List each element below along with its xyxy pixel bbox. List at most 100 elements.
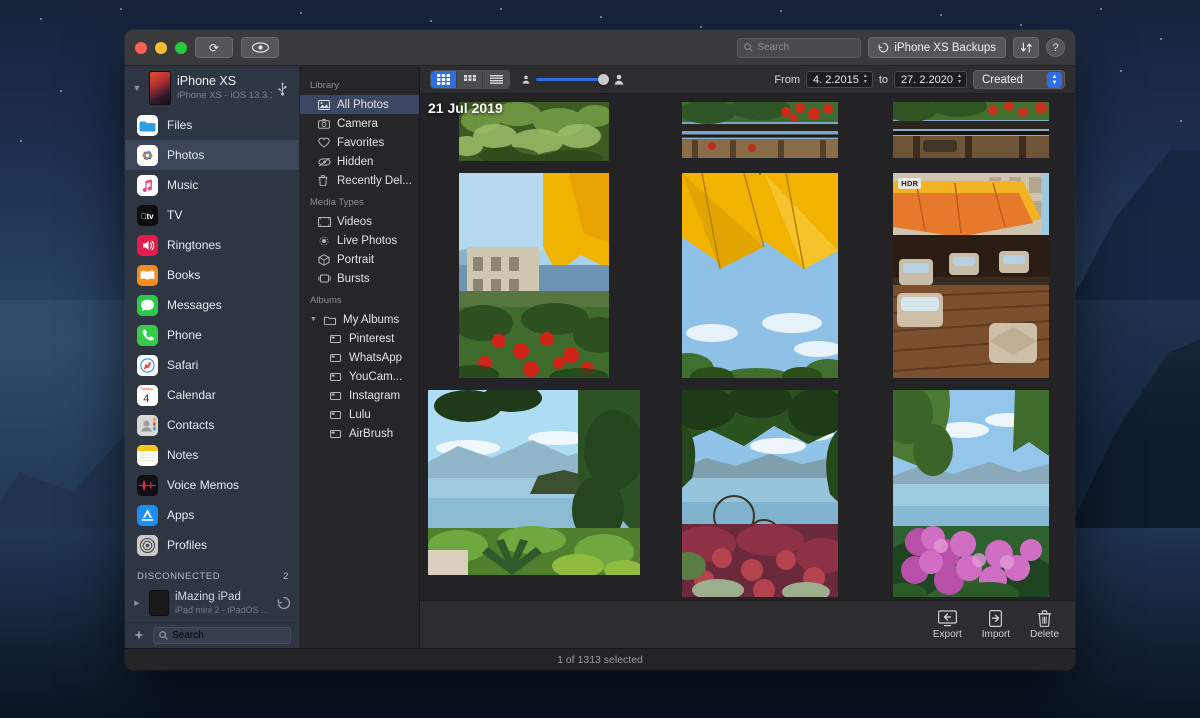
sidebar-item-music[interactable]: Music: [125, 170, 299, 200]
library-item-bursts[interactable]: Bursts: [300, 269, 419, 288]
view-mode-segmented-control[interactable]: [430, 70, 510, 89]
sidebar-item-books[interactable]: Books: [125, 260, 299, 290]
sidebar-item-tv[interactable]: tv TV: [125, 200, 299, 230]
history-icon[interactable]: [277, 596, 291, 610]
portrait-icon: [318, 254, 331, 266]
photo-cell[interactable]: [428, 173, 640, 378]
photo-thumbnail[interactable]: [893, 390, 1049, 597]
transfer-button[interactable]: [1013, 37, 1039, 58]
sort-select[interactable]: Created ▲▼: [973, 70, 1065, 89]
library-item-label: Bursts: [337, 273, 370, 285]
photo-cell[interactable]: [428, 390, 640, 575]
status-bar: 1 of 1313 selected: [125, 648, 1075, 670]
slider-knob[interactable]: [598, 74, 609, 85]
sidebar-item-profiles[interactable]: Profiles: [125, 530, 299, 560]
photo-thumbnail[interactable]: [682, 102, 838, 158]
close-button[interactable]: [135, 42, 147, 54]
photo-cell[interactable]: [668, 390, 852, 597]
sidebar-item-files[interactable]: Files: [125, 110, 299, 140]
photo-grid-area[interactable]: 21 Jul 2019: [420, 94, 1075, 600]
album-icon: [330, 335, 343, 343]
sidebar-item-ringtones[interactable]: Ringtones: [125, 230, 299, 260]
slider-track[interactable]: [536, 78, 608, 81]
add-device-button[interactable]: +: [131, 627, 147, 644]
maximize-button[interactable]: [175, 42, 187, 54]
device-header[interactable]: ▼ iPhone XS iPhone XS - iOS 13.3.1: [125, 66, 299, 110]
photo-cell[interactable]: [668, 173, 852, 378]
delete-button[interactable]: Delete: [1030, 610, 1059, 640]
backups-button[interactable]: iPhone XS Backups: [868, 37, 1006, 58]
library-item-favorites[interactable]: Favorites: [300, 133, 419, 152]
sidebar-item-photos[interactable]: Photos: [125, 140, 299, 170]
thumbnail-size-slider[interactable]: [522, 74, 624, 85]
files-icon: [137, 115, 158, 136]
large-grid-view-button[interactable]: [431, 71, 457, 88]
photo-thumbnail[interactable]: [893, 102, 1049, 158]
list-view-button[interactable]: [483, 71, 509, 88]
to-date-stepper[interactable]: ▲▼: [957, 74, 962, 85]
device-thumbnail: [149, 71, 171, 105]
library-item-recently-deleted[interactable]: Recently Del...: [300, 171, 419, 190]
library-group-my-albums[interactable]: ▼ My Albums: [300, 310, 419, 329]
library-item-portrait[interactable]: Portrait: [300, 250, 419, 269]
sidebar-item-contacts[interactable]: Contacts: [125, 410, 299, 440]
library-item-label: Videos: [337, 216, 372, 228]
phone-icon: [137, 325, 158, 346]
preview-button[interactable]: [241, 37, 279, 58]
library-item-hidden[interactable]: Hidden: [300, 152, 419, 171]
sidebar-item-messages[interactable]: Messages: [125, 290, 299, 320]
sidebar-item-label: Messages: [167, 298, 222, 312]
library-item-camera[interactable]: Camera: [300, 114, 419, 133]
sidebar-item-voice-memos[interactable]: Voice Memos: [125, 470, 299, 500]
photo-cell[interactable]: [880, 390, 1064, 597]
photo-thumbnail[interactable]: HDR: [893, 173, 1049, 378]
photo-thumbnail[interactable]: [428, 390, 640, 575]
library-album-pinterest[interactable]: Pinterest: [300, 329, 419, 348]
sidebar-item-file-system[interactable]: File System: [125, 560, 299, 561]
folder-icon: [324, 315, 337, 325]
refresh-button[interactable]: ⟳: [195, 37, 233, 58]
album-icon: [330, 430, 343, 438]
library-album-instagram[interactable]: Instagram: [300, 386, 419, 405]
library-item-live-photos[interactable]: Live Photos: [300, 231, 419, 250]
sidebar-search-input[interactable]: Search: [153, 627, 291, 644]
disconnected-device-row[interactable]: ▶ iMazing iPad iPad mini 2 - iPadOS ...: [125, 586, 299, 622]
export-button[interactable]: Export: [933, 610, 962, 640]
library-album-airbrush[interactable]: AirBrush: [300, 424, 419, 443]
to-label: to: [879, 74, 888, 86]
sidebar-item-safari[interactable]: ▶ Safari: [125, 350, 299, 380]
sidebar-item-notes[interactable]: Notes: [125, 440, 299, 470]
device-subtitle: iPhone XS - iOS 13.3.1: [177, 90, 272, 102]
safari-icon: [137, 355, 158, 376]
from-date-field[interactable]: 4. 2.2015 ▲▼: [806, 71, 873, 88]
to-date-field[interactable]: 27. 2.2020 ▲▼: [894, 71, 967, 88]
from-date-stepper[interactable]: ▲▼: [863, 74, 868, 85]
wallpaper-star: [40, 18, 42, 20]
books-icon: [137, 265, 158, 286]
library-album-youcam[interactable]: YouCam...: [300, 367, 419, 386]
library-album-whatsapp[interactable]: WhatsApp: [300, 348, 419, 367]
chevron-right-icon[interactable]: ▶: [131, 599, 143, 607]
photo-cell[interactable]: HDR: [880, 173, 1064, 378]
search-input[interactable]: Search: [737, 38, 861, 58]
live-photo-icon: [318, 235, 331, 247]
small-grid-view-button[interactable]: [457, 71, 483, 88]
help-button[interactable]: ?: [1046, 38, 1065, 57]
photo-cell[interactable]: [668, 102, 852, 158]
album-icon: [330, 411, 343, 419]
import-button[interactable]: Import: [982, 610, 1010, 640]
chevron-down-icon[interactable]: ▼: [131, 83, 143, 93]
library-item-all-photos[interactable]: All Photos: [300, 95, 419, 114]
library-album-lulu[interactable]: Lulu: [300, 405, 419, 424]
library-album-label: Pinterest: [349, 333, 394, 345]
photo-thumbnail-selected[interactable]: [459, 173, 609, 378]
photo-thumbnail[interactable]: [682, 173, 838, 378]
library-item-videos[interactable]: Videos: [300, 212, 419, 231]
minimize-button[interactable]: [155, 42, 167, 54]
sidebar-item-calendar[interactable]: Tuesday4 Calendar: [125, 380, 299, 410]
sidebar-item-apps[interactable]: Apps: [125, 500, 299, 530]
photo-cell[interactable]: [880, 102, 1064, 158]
photo-thumbnail[interactable]: [682, 390, 838, 597]
sidebar-item-phone[interactable]: ▶ Phone: [125, 320, 299, 350]
chevron-down-icon[interactable]: ▼: [310, 316, 318, 323]
